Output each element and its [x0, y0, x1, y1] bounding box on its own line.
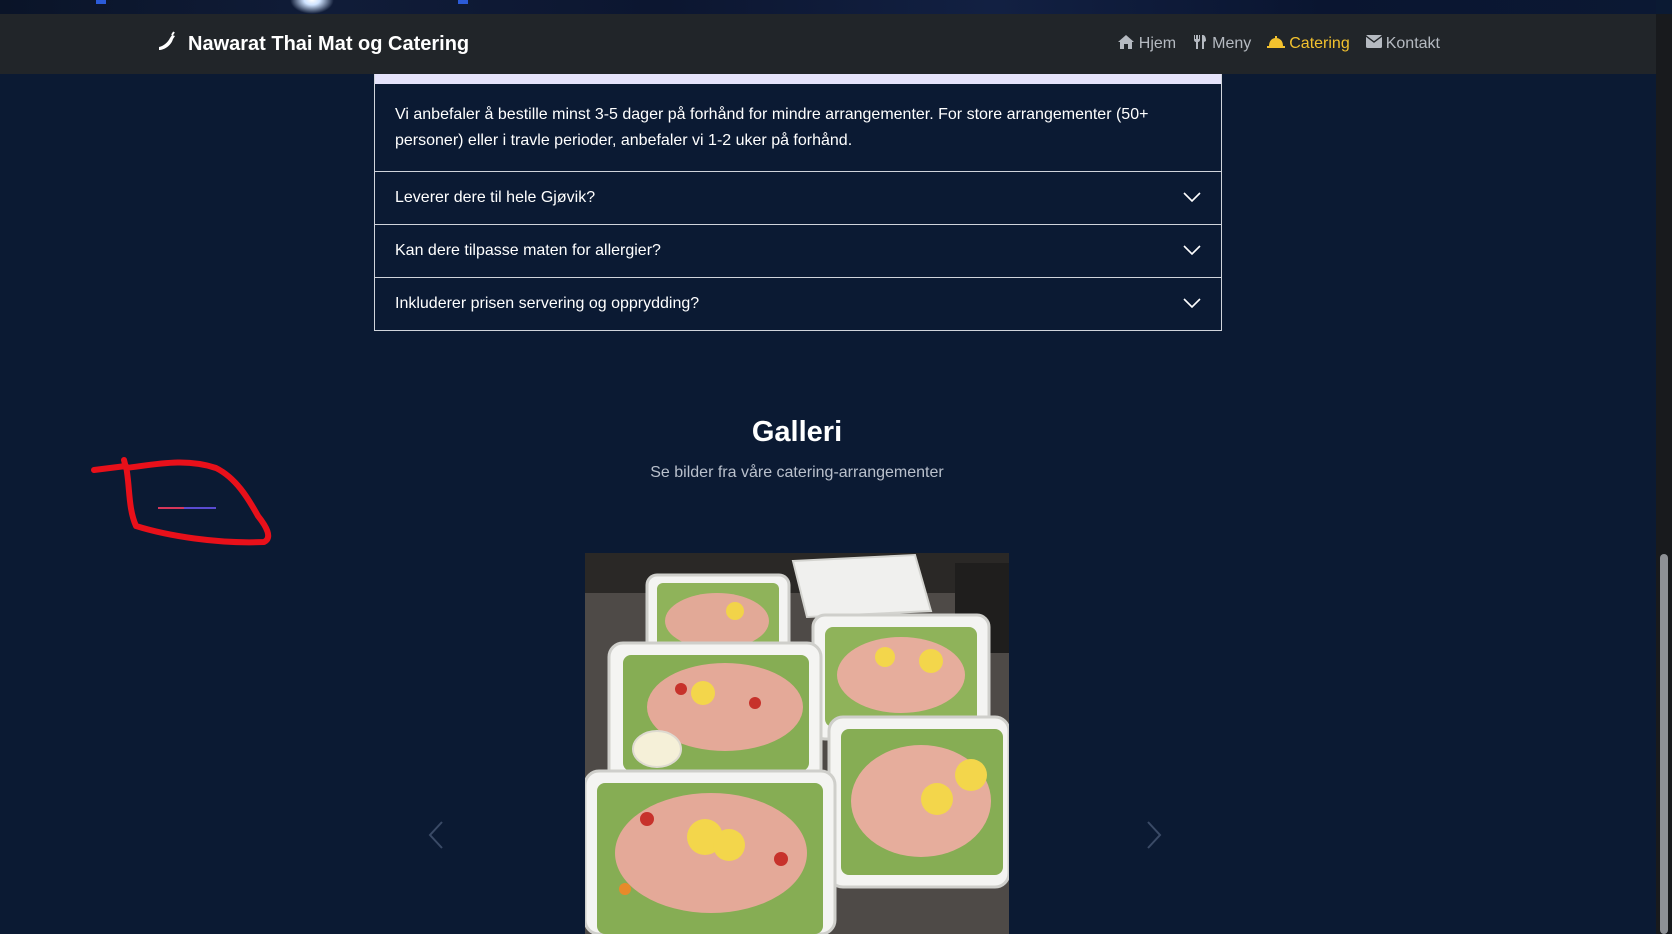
faq-answer: Vi anbefaler å bestille minst 3-5 dager …	[375, 84, 1221, 172]
chevron-down-icon	[1183, 189, 1201, 207]
utensils-icon	[1192, 34, 1208, 55]
banner-decoration	[96, 0, 106, 4]
nav-label: Catering	[1289, 35, 1350, 52]
chevron-down-icon	[1183, 242, 1201, 260]
faq-item[interactable]: Kan dere tilpasse maten for allergier?	[375, 225, 1221, 278]
faq-item[interactable]: Inkluderer prisen servering og oppryddin…	[375, 278, 1221, 330]
faq-active-header-edge[interactable]	[375, 74, 1221, 84]
gallery-title: Galleri	[751, 416, 843, 448]
nav-link-meny[interactable]: Meny	[1192, 34, 1251, 55]
brand-title: Nawarat Thai Mat og Catering	[188, 32, 470, 55]
nav-label: Meny	[1212, 35, 1252, 52]
home-icon	[1117, 34, 1135, 55]
brand-link[interactable]: Nawarat Thai Mat og Catering	[156, 14, 469, 74]
scrollbar[interactable]	[1656, 14, 1672, 934]
faq-question: Kan dere tilpasse maten for allergier?	[395, 242, 661, 259]
banner-sparkle	[290, 0, 334, 14]
faq-question: Inkluderer prisen servering og oppryddin…	[395, 295, 700, 312]
nav-link-catering[interactable]: Catering	[1267, 35, 1350, 54]
chevron-down-icon	[1183, 295, 1201, 313]
faq-item[interactable]: Leverer dere til hele Gjøvik?	[375, 172, 1221, 225]
chevron-right-icon	[1146, 821, 1162, 854]
faq-accordion: Vi anbefaler å bestille minst 3-5 dager …	[374, 74, 1222, 331]
red-annotation-scribble	[88, 446, 278, 551]
navbar: Nawarat Thai Mat og Catering Hjem Meny C…	[0, 14, 1656, 74]
carousel-next-button[interactable]	[1146, 820, 1162, 855]
chevron-left-icon	[428, 821, 444, 854]
gallery-image	[585, 553, 1009, 934]
main-nav: Hjem Meny Catering Kontakt	[1117, 14, 1440, 74]
chili-pepper-icon	[156, 30, 178, 58]
nav-label: Hjem	[1138, 35, 1177, 52]
nav-label: Kontakt	[1385, 35, 1440, 52]
banner-decoration	[458, 0, 468, 4]
carousel-prev-button[interactable]	[428, 820, 444, 855]
faq-question: Leverer dere til hele Gjøvik?	[395, 189, 596, 206]
nav-link-kontakt[interactable]: Kontakt	[1365, 35, 1440, 53]
scrollbar-thumb[interactable]	[1660, 554, 1668, 934]
cloche-icon	[1267, 35, 1286, 54]
envelope-icon	[1365, 35, 1383, 53]
page-banner-strip	[0, 0, 1656, 14]
nav-link-hjem[interactable]: Hjem	[1117, 34, 1176, 55]
